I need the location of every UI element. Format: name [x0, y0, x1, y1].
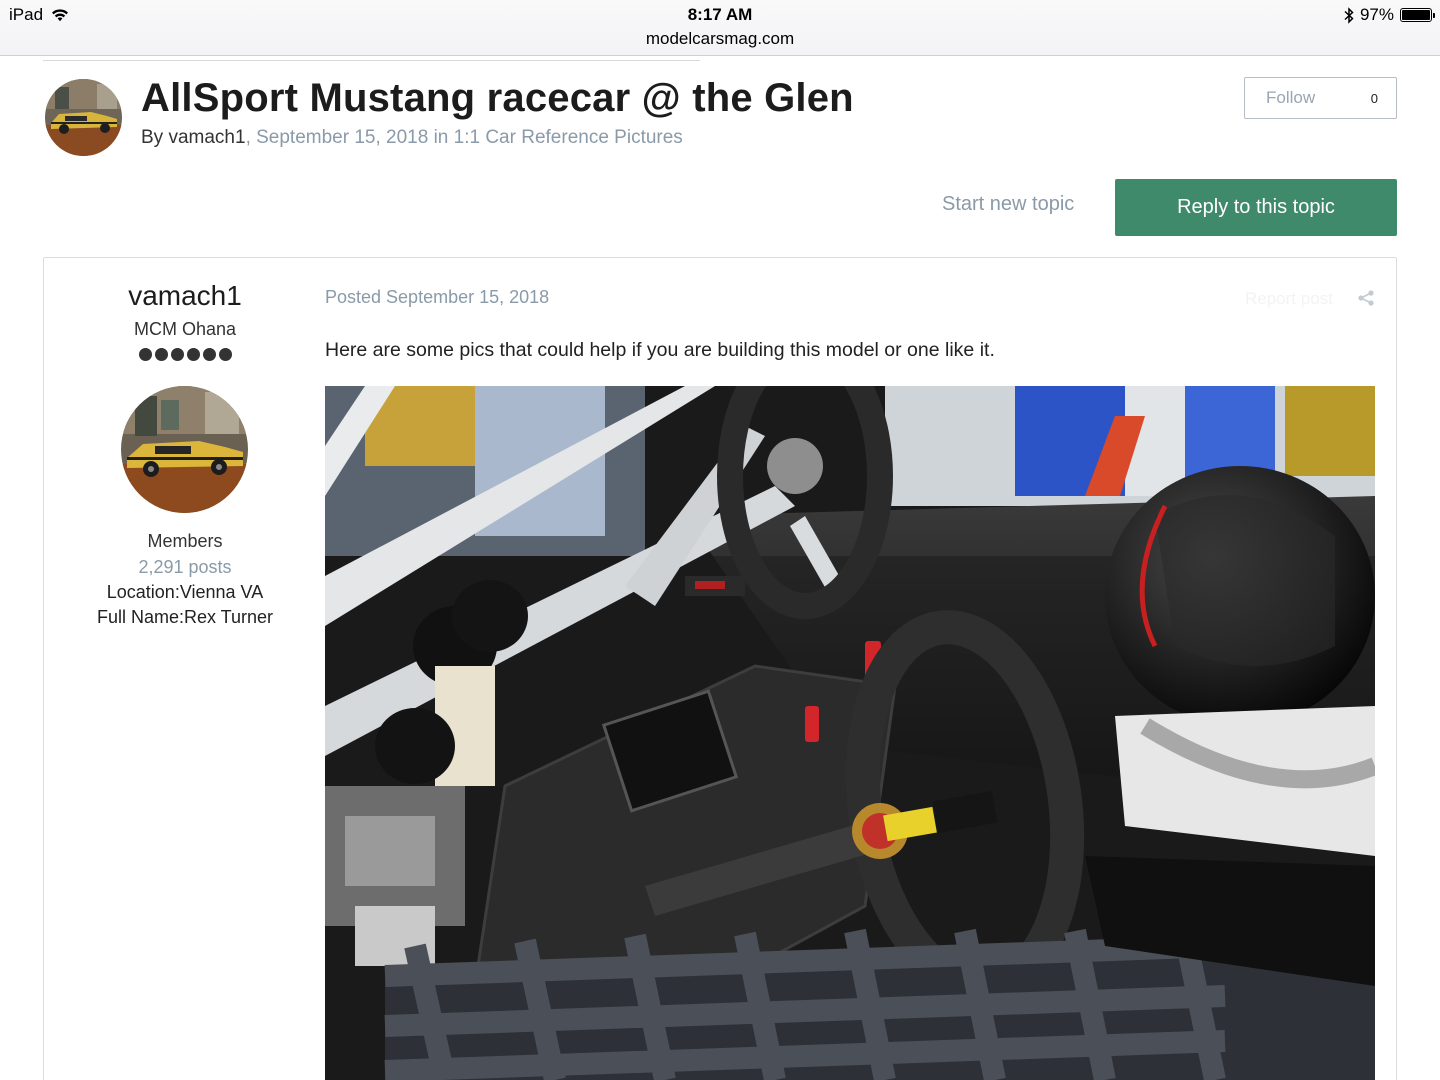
- share-icon[interactable]: [1357, 290, 1375, 306]
- divider: [43, 60, 700, 61]
- rank-pip: [139, 348, 152, 361]
- clock: 8:17 AM: [687, 5, 753, 24]
- battery-icon: [1400, 8, 1435, 22]
- status-right: 97%: [1344, 5, 1435, 25]
- post-author-avatar[interactable]: [121, 386, 248, 513]
- follow-button[interactable]: Follow 0: [1244, 77, 1397, 119]
- rank-pip: [171, 348, 184, 361]
- post-author-group: Members: [147, 531, 223, 551]
- rank-pip: [219, 348, 232, 361]
- start-new-topic-link[interactable]: Start new topic: [942, 193, 1074, 216]
- by-prefix: By: [141, 127, 169, 148]
- rank-pip: [155, 348, 168, 361]
- post-author-location: Location:Vienna VA: [106, 582, 264, 602]
- reply-button[interactable]: Reply to this topic: [1115, 179, 1397, 236]
- topic-author-avatar[interactable]: [45, 79, 122, 156]
- post-date[interactable]: Posted September 15, 2018: [325, 287, 549, 308]
- ios-status-bar: iPad 8:17 AM modelcarsmag.com 97%: [0, 0, 1440, 56]
- rank-pip: [187, 348, 200, 361]
- follow-count: 0: [1370, 90, 1378, 106]
- address-bar[interactable]: modelcarsmag.com: [0, 29, 1440, 49]
- rank-pip: [203, 348, 216, 361]
- post-image[interactable]: [325, 386, 1375, 1080]
- rank-pips: [139, 348, 232, 361]
- report-post-link[interactable]: Report post: [1245, 289, 1333, 309]
- post-author-rank: MCM Ohana: [133, 319, 237, 339]
- follow-label: Follow: [1266, 88, 1316, 107]
- topic-author-link[interactable]: vamach1: [168, 127, 245, 148]
- topic-meta: By vamach1, September 15, 2018 in 1:1 Ca…: [141, 127, 683, 149]
- bluetooth-icon: [1344, 6, 1354, 24]
- post-body-text: Here are some pics that could help if yo…: [325, 339, 995, 361]
- post-author-name[interactable]: vamach1: [44, 280, 326, 312]
- topic-title: AllSport Mustang racecar @ the Glen: [141, 76, 854, 120]
- post-author-posts[interactable]: 2,291 posts: [44, 557, 326, 578]
- post-author-fullname: Full Name:Rex Turner: [96, 607, 274, 627]
- battery-percent: 97%: [1359, 5, 1394, 24]
- topic-date-forum[interactable]: , September 15, 2018 in 1:1 Car Referenc…: [246, 127, 683, 148]
